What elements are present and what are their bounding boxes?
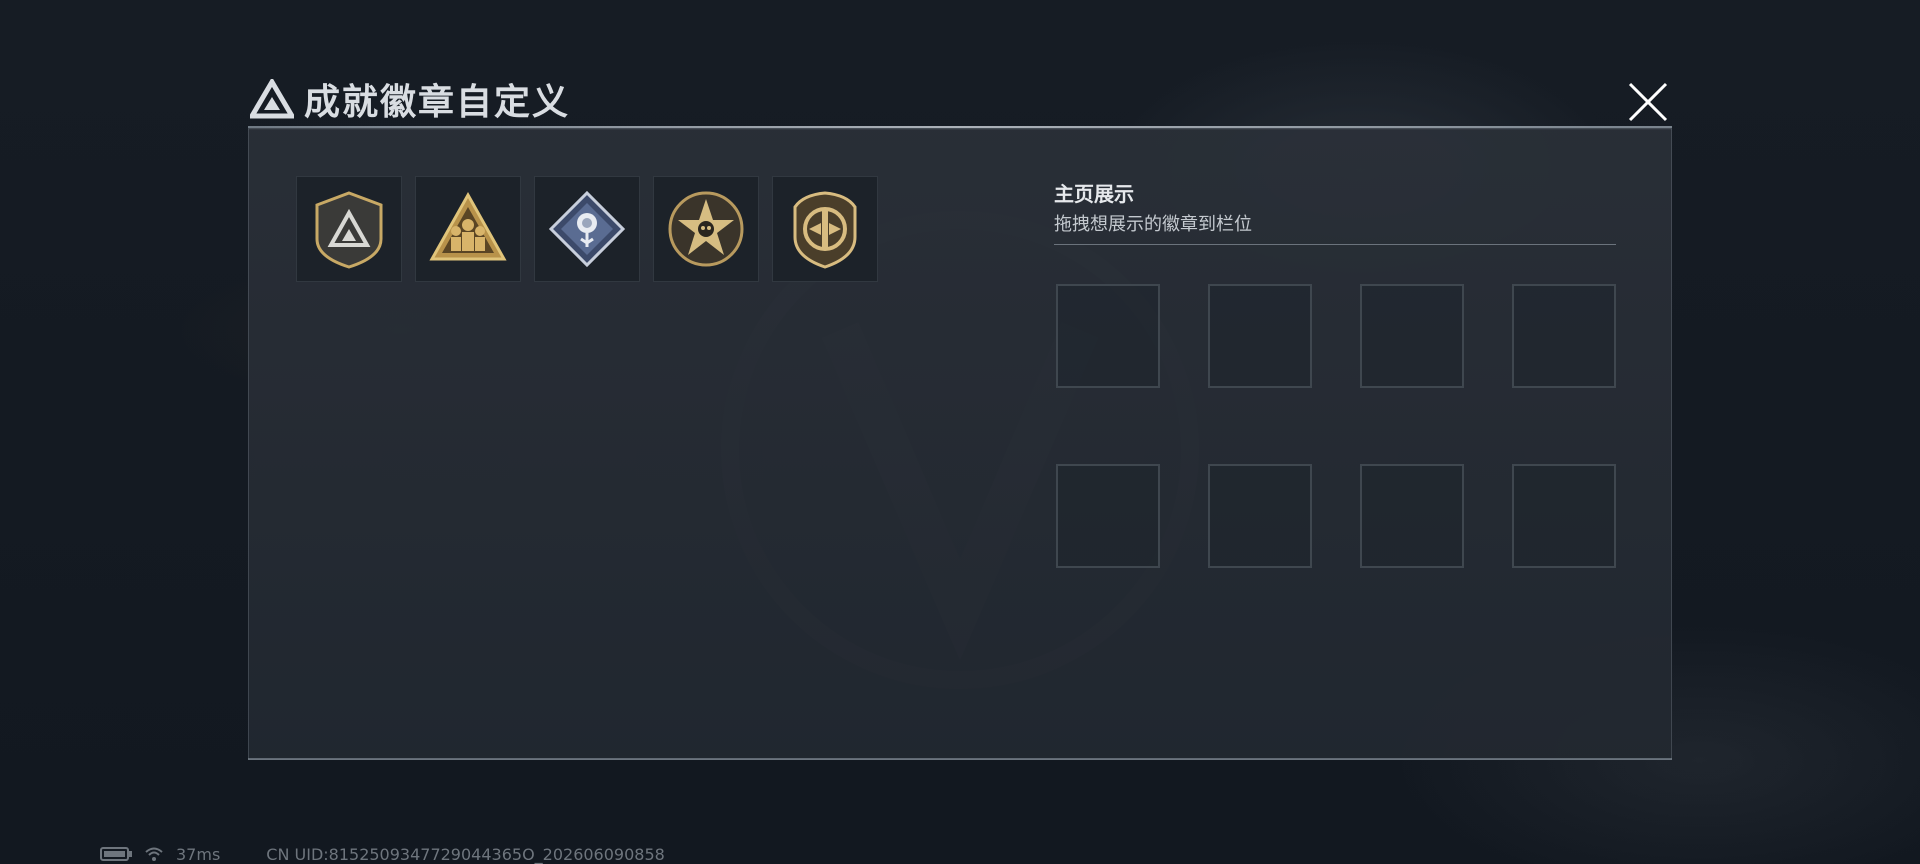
display-slot[interactable] [1512, 464, 1616, 568]
ping-text: 37ms [176, 844, 221, 864]
panel-bottom-line [248, 758, 1672, 760]
triangle-mountain-logo-icon [250, 79, 294, 119]
wifi-icon [145, 847, 163, 861]
skull-star-badge-icon [668, 191, 744, 267]
badge-item[interactable] [534, 176, 640, 282]
badge-item[interactable] [296, 176, 402, 282]
display-slot[interactable] [1056, 464, 1160, 568]
mountain-shield-badge-icon [315, 191, 383, 269]
badge-item[interactable] [772, 176, 878, 282]
close-button[interactable] [1620, 74, 1676, 130]
homepage-display-title: 主页展示 [1054, 182, 1134, 206]
wing-shield-badge-icon [793, 191, 857, 269]
badge-item[interactable] [653, 176, 759, 282]
divider [1054, 244, 1616, 245]
owned-badge-list [296, 176, 878, 282]
uid-text: CN UID:8152509347729044365O_202606090858 [266, 844, 665, 864]
dialog-header: 成就徽章自定义 [250, 74, 570, 124]
rose-diamond-badge-icon [548, 190, 626, 268]
squad-triangle-badge-icon [429, 191, 507, 261]
display-slot-grid [1056, 284, 1616, 568]
homepage-display-hint: 拖拽想展示的徽章到栏位 [1054, 214, 1252, 235]
dialog-title: 成就徽章自定义 [304, 82, 571, 123]
display-slot[interactable] [1360, 284, 1464, 388]
display-slot[interactable] [1360, 464, 1464, 568]
battery-icon [100, 847, 132, 861]
display-slot[interactable] [1208, 284, 1312, 388]
display-slot[interactable] [1208, 464, 1312, 568]
display-slot[interactable] [1056, 284, 1160, 388]
badge-item[interactable] [415, 176, 521, 282]
display-slot[interactable] [1512, 284, 1616, 388]
close-icon [1628, 82, 1668, 122]
status-bar: 37ms CN UID:8152509347729044365O_2026060… [100, 844, 665, 864]
